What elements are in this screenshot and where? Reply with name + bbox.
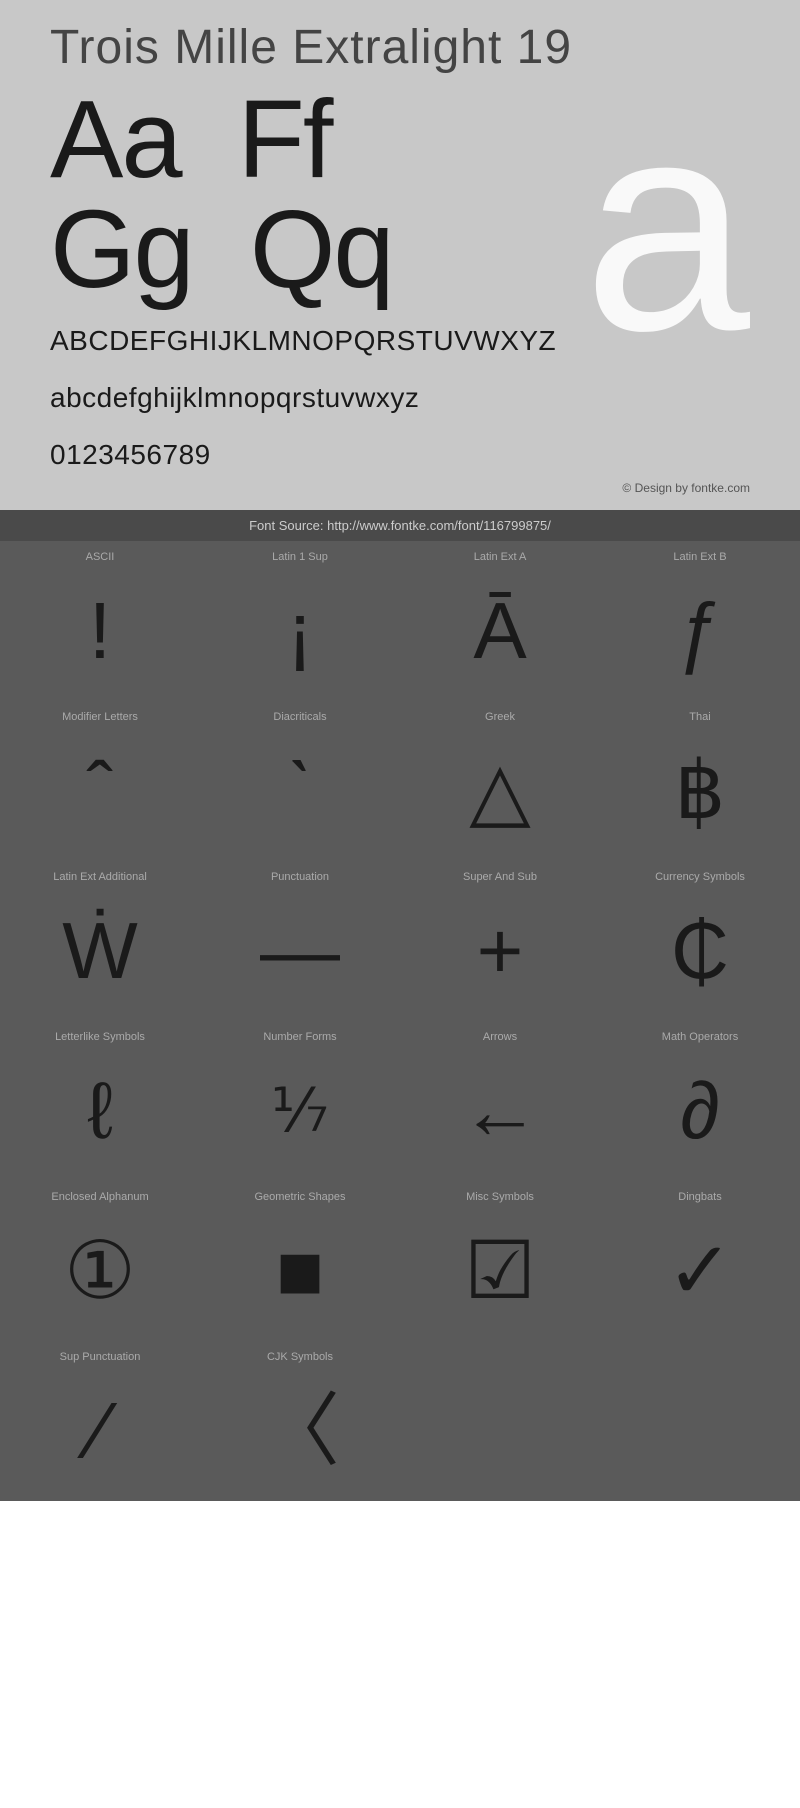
source-bar: Font Source: http://www.fontke.com/font/… [0,510,800,541]
glyph-label: Geometric Shapes [205,1191,395,1203]
glyph-label: Thai [605,711,795,723]
specimen-big-a: a [583,75,750,375]
specimen-row: Aa Ff Gg Qq a [50,85,750,305]
glyph-symbol: — [260,888,340,1013]
glyph-cell[interactable]: ASCII! [0,541,200,701]
glyph-label: Greek [405,711,595,723]
specimen-aa-ff: Aa Ff [50,85,393,195]
glyph-label: Latin Ext B [605,551,795,563]
glyph-cell[interactable]: Number Forms ⅐ [200,1021,400,1181]
glyph-cell[interactable]: Latin 1 Sup ¡ [200,541,400,701]
glyph-symbol: ∂ [680,1048,720,1173]
glyph-label: Modifier Letters [5,711,195,723]
glyph-cell[interactable]: Currency Symbols ₵ [600,861,800,1021]
glyph-label: Sup Punctuation [5,1351,195,1363]
glyph-label: Latin Ext Additional [5,871,195,883]
glyph-label: Arrows [405,1031,595,1043]
glyph-cell[interactable]: Arrows ← [400,1021,600,1181]
glyph-label: Misc Symbols [405,1191,595,1203]
glyph-symbol: ℓ [87,1048,113,1173]
glyph-cell[interactable]: Greek △ [400,701,600,861]
glyph-cell[interactable]: Sup Punctuation ⁄ [0,1341,200,1501]
specimen-letters: Aa Ff Gg Qq [50,85,393,305]
glyph-symbol: ■ [276,1208,324,1333]
glyph-label: Latin Ext A [405,551,595,563]
glyph-symbol: ✓ [666,1208,733,1333]
glyph-symbol: △ [469,728,531,853]
glyph-cell[interactable]: Latin Ext B ƒ [600,541,800,701]
glyph-cell[interactable]: Latin Ext Additional Ẇ [0,861,200,1021]
glyph-cell[interactable]: Thai ฿ [600,701,800,861]
glyph-cell[interactable]: Letterlike Symbols ℓ [0,1021,200,1181]
glyph-label: Punctuation [205,871,395,883]
glyph-label: Letterlike Symbols [5,1031,195,1043]
specimen-gg-qq: Gg Qq [50,195,393,305]
glyph-cell[interactable]: Diacriticals ˋ [200,701,400,861]
glyph-cell[interactable]: Punctuation — [200,861,400,1021]
glyph-symbol: ˆ [87,728,114,853]
glyph-label: Enclosed Alphanum [5,1191,195,1203]
glyph-cell[interactable]: Enclosed Alphanum ① [0,1181,200,1341]
glyph-cell[interactable]: Latin Ext A Ā [400,541,600,701]
glyph-symbol: ¡ [287,568,314,693]
glyph-symbol: ☑ [464,1208,536,1333]
glyph-label: Latin 1 Sup [205,551,395,563]
glyph-symbol: ˋ [287,728,314,853]
glyph-label: Number Forms [205,1031,395,1043]
glyph-label: ASCII [5,551,195,563]
glyph-label: Dingbats [605,1191,795,1203]
glyph-label: Diacriticals [205,711,395,723]
glyph-cell[interactable]: Modifier Letters ˆ [0,701,200,861]
glyph-label: CJK Symbols [205,1351,395,1363]
glyph-label: Super And Sub [405,871,595,883]
glyph-cell[interactable]: Geometric Shapes ■ [200,1181,400,1341]
glyph-symbol: ⅐ [271,1048,329,1173]
glyph-symbol: ① [64,1208,136,1333]
glyph-symbol: + [477,888,524,1013]
glyph-symbol: ₵ [671,888,729,1013]
glyph-symbol: Ā [473,568,526,693]
preview-area: Trois Mille Extralight 19 Aa Ff Gg Qq a … [0,0,800,510]
glyph-symbol: ! [89,568,111,693]
glyph-cell[interactable]: Super And Sub + [400,861,600,1021]
glyph-symbol: ฿ [675,728,726,853]
glyph-symbol: 〈 [260,1368,340,1493]
glyph-cell[interactable]: CJK Symbols 〈 [200,1341,400,1501]
glyph-grid: ASCII!Latin 1 Sup¡Latin Ext AĀLatin Ext … [0,541,800,1501]
glyph-cell[interactable]: Misc Symbols ☑ [400,1181,600,1341]
glyph-label: Currency Symbols [605,871,795,883]
glyph-symbol: ⁄ [93,1368,106,1493]
copyright: © Design by fontke.com [50,476,750,500]
glyph-cell[interactable]: Dingbats ✓ [600,1181,800,1341]
glyph-symbol: ƒ [678,568,723,693]
glyph-label: Math Operators [605,1031,795,1043]
glyph-cell[interactable]: Math Operators ∂ [600,1021,800,1181]
glyph-symbol: ← [460,1048,540,1173]
glyph-symbol: Ẇ [62,888,138,1013]
digits: 0123456789 [50,434,750,476]
